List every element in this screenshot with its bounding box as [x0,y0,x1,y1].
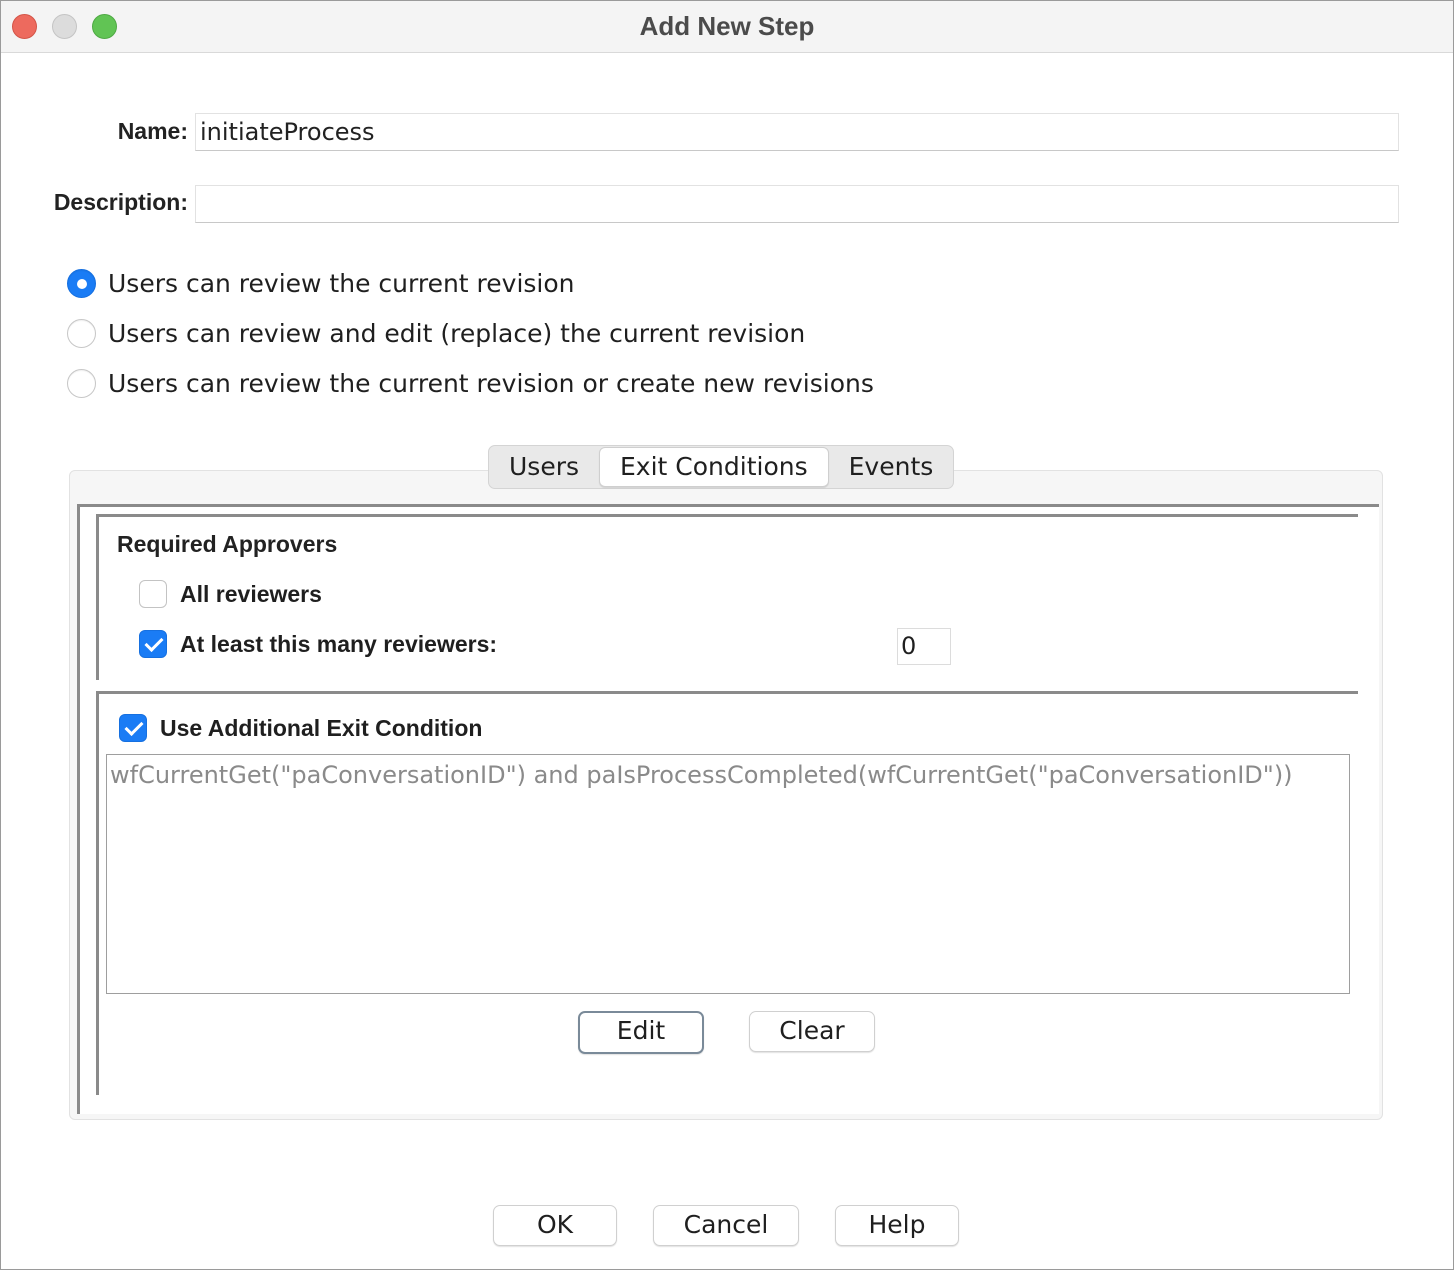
all-reviewers-label: All reviewers [180,580,322,607]
dialog-window: Add New Step Name: initiateProcess Descr… [0,0,1454,1270]
radio-button-review-edit[interactable] [67,318,96,348]
tab-events[interactable]: Events [829,446,954,488]
tab-users[interactable]: Users [489,446,599,488]
reviewer-count-input[interactable]: 0 [897,628,951,665]
edit-button[interactable]: Edit [578,1011,704,1054]
all-reviewers-option[interactable]: All reviewers [139,579,322,609]
radio-label-review-create: Users can review the current revision or… [108,368,874,398]
ok-button[interactable]: OK [493,1205,617,1246]
cancel-button[interactable]: Cancel [653,1205,799,1246]
radio-option-review-edit[interactable]: Users can review and edit (replace) the … [67,317,805,349]
additional-exit-checkbox[interactable] [119,714,147,742]
help-button[interactable]: Help [835,1205,959,1246]
radio-option-review[interactable]: Users can review the current revision [67,267,575,299]
additional-exit-option[interactable]: Use Additional Exit Condition [119,713,482,743]
tab-bar: Users Exit Conditions Events [488,445,955,489]
title-bar: Add New Step [1,1,1453,53]
additional-exit-label: Use Additional Exit Condition [160,714,483,741]
required-approvers-title: Required Approvers [117,531,338,557]
clear-button[interactable]: Clear [749,1011,875,1052]
at-least-reviewers-checkbox[interactable] [139,630,167,658]
description-label: Description: [53,189,188,215]
at-least-reviewers-label: At least this many reviewers: [180,630,498,657]
radio-label-review-edit: Users can review and edit (replace) the … [108,318,806,348]
radio-button-review[interactable] [67,268,96,298]
radio-option-review-create[interactable]: Users can review the current revision or… [67,367,874,399]
exit-condition-textarea[interactable]: wfCurrentGet("paConversationID") and paI… [106,754,1350,994]
window-title: Add New Step [639,11,815,41]
description-input[interactable] [195,185,1399,223]
name-input[interactable]: initiateProcess [195,113,1399,151]
tab-exit-conditions[interactable]: Exit Conditions [599,447,829,487]
radio-label-review: Users can review the current revision [108,268,575,298]
at-least-reviewers-option[interactable]: At least this many reviewers: [139,629,497,659]
radio-button-review-create[interactable] [67,368,96,398]
name-label: Name: [117,118,188,144]
all-reviewers-checkbox[interactable] [139,580,167,608]
